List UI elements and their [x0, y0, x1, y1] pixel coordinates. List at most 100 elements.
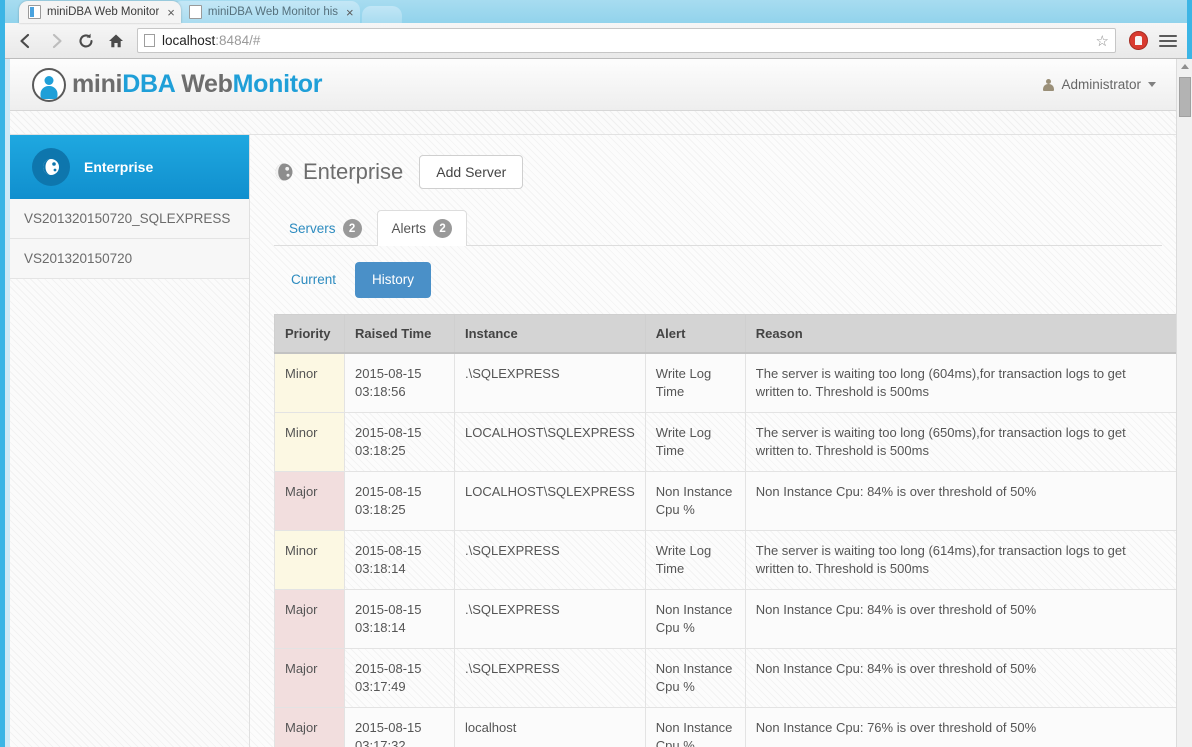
tab-servers-badge: 2	[342, 219, 362, 238]
table-row[interactable]: Major 2015-08-15 03:18:14 .\SQLEXPRESS Non I…	[274, 589, 1179, 649]
browser-window: miniDBA Web Monitor × miniDBA Web Monito…	[0, 0, 1192, 747]
cell-reason: Non Instance Cpu: 84% is over threshold …	[744, 648, 1179, 708]
column-header-alert[interactable]: Alert	[644, 314, 746, 354]
hamburger-menu-icon[interactable]	[1157, 30, 1179, 52]
app-logo-text: miniDBA WebMonitor	[72, 70, 322, 99]
page-title-row: Enterprise Add Server	[274, 155, 1162, 189]
sidebar-item-vs201320150720-sqlexpress[interactable]: VS201320150720_SQLEXPRESS	[10, 199, 249, 239]
cell-reason: The server is waiting too long (650ms),f…	[744, 412, 1179, 472]
cell-raised-time: 2015-08-15 03:18:14	[344, 530, 455, 590]
pill-current[interactable]: Current	[274, 262, 353, 298]
home-icon[interactable]	[103, 28, 129, 54]
chevron-down-icon	[1148, 82, 1156, 87]
user-menu[interactable]: Administrator	[1043, 77, 1156, 92]
raised-time: 03:18:14	[355, 620, 406, 635]
table-row[interactable]: Minor 2015-08-15 03:18:56 .\SQLEXPRESS Write…	[274, 352, 1179, 413]
column-header-priority[interactable]: Priority	[274, 314, 345, 354]
back-arrow-icon[interactable]	[13, 28, 39, 54]
bookmark-star-icon[interactable]: ☆	[1096, 32, 1109, 50]
raised-time: 03:17:49	[355, 679, 406, 694]
logo-part-dba: DBA	[122, 70, 175, 98]
raised-date: 2015-08-15	[355, 661, 422, 676]
sidebar: Enterprise VS201320150720_SQLEXPRESS VS2…	[10, 135, 250, 747]
cell-reason: Non Instance Cpu: 76% is over threshold …	[744, 707, 1179, 747]
page-scrollbar[interactable]	[1176, 59, 1192, 747]
cell-instance: .\SQLEXPRESS	[454, 648, 646, 708]
table-row[interactable]: Major 2015-08-15 03:17:32 localhost Non Inst…	[274, 707, 1179, 747]
adblock-hand-glyph	[1135, 36, 1142, 45]
reload-icon[interactable]	[73, 28, 99, 54]
user-name-label: Administrator	[1061, 77, 1141, 92]
page-viewport: miniDBA WebMonitor Administrator Enterpr…	[10, 59, 1192, 747]
cell-priority: Major	[274, 707, 345, 747]
raised-date: 2015-08-15	[355, 543, 422, 558]
scrollbar-thumb[interactable]	[1179, 77, 1191, 117]
cell-alert: Write Log Time	[644, 530, 746, 590]
tab-servers-label: Servers	[289, 220, 336, 236]
alerts-table-body: Minor 2015-08-15 03:18:56 .\SQLEXPRESS Write…	[274, 352, 1179, 747]
column-header-raised-time[interactable]: Raised Time	[344, 314, 455, 354]
scrollbar-up-arrow-icon[interactable]	[1181, 64, 1189, 69]
browser-tab-2-title: miniDBA Web Monitor his	[207, 6, 339, 18]
raised-date: 2015-08-15	[355, 425, 422, 440]
raised-date: 2015-08-15	[355, 366, 422, 381]
cell-instance: LOCALHOST\SQLEXPRESS	[454, 471, 646, 531]
new-tab-button[interactable]	[361, 6, 402, 23]
cell-instance: LOCALHOST\SQLEXPRESS	[454, 412, 646, 472]
tab-close-icon[interactable]: ×	[346, 6, 354, 19]
page-title-text: Enterprise	[303, 159, 404, 184]
alerts-nav-tabs: Servers 2 Alerts 2	[274, 209, 1162, 246]
alerts-table: Priority Raised Time Instance Alert Reas…	[274, 314, 1179, 747]
cell-reason: Non Instance Cpu: 84% is over threshold …	[744, 589, 1179, 649]
table-row[interactable]: Minor 2015-08-15 03:18:25 LOCALHOST\SQLEXPR…	[274, 412, 1179, 472]
pill-history[interactable]: History	[355, 262, 432, 298]
tab-servers[interactable]: Servers 2	[274, 210, 377, 246]
page-body: Enterprise VS201320150720_SQLEXPRESS VS2…	[10, 135, 1179, 747]
cell-alert: Non Instance Cpu %	[644, 707, 746, 747]
raised-time: 03:18:14	[355, 561, 406, 576]
url-host: localhost	[162, 33, 216, 48]
browser-toolbar: localhost:8484/# ☆	[5, 23, 1187, 59]
alerts-sub-tabs: Current History	[274, 262, 1162, 298]
cell-raised-time: 2015-08-15 03:17:32	[344, 707, 455, 747]
address-bar[interactable]: localhost:8484/# ☆	[137, 28, 1116, 53]
minidba-logo-icon	[32, 67, 66, 102]
browser-tab-1[interactable]: miniDBA Web Monitor ×	[19, 1, 181, 23]
sidebar-item-enterprise[interactable]: Enterprise	[10, 135, 249, 199]
cell-alert: Non Instance Cpu %	[644, 589, 746, 649]
adblock-icon[interactable]	[1129, 31, 1148, 50]
cell-alert: Write Log Time	[644, 352, 746, 413]
raised-date: 2015-08-15	[355, 720, 422, 735]
table-row[interactable]: Major 2015-08-15 03:18:25 LOCALHOST\SQLEXPR…	[274, 471, 1179, 531]
raised-time: 03:18:25	[355, 502, 406, 517]
tab-close-icon[interactable]: ×	[167, 6, 175, 19]
browser-tab-2[interactable]: miniDBA Web Monitor his ×	[172, 1, 360, 23]
cell-priority: Minor	[274, 530, 345, 590]
raised-time: 03:17:32	[355, 738, 406, 747]
table-row[interactable]: Major 2015-08-15 03:17:49 .\SQLEXPRESS Non I…	[274, 648, 1179, 708]
table-row[interactable]: Minor 2015-08-15 03:18:14 .\SQLEXPRESS Write…	[274, 530, 1179, 590]
page-icon	[144, 34, 155, 47]
cell-priority: Minor	[274, 412, 345, 472]
tab-alerts[interactable]: Alerts 2	[376, 210, 468, 246]
browser-tab-strip: miniDBA Web Monitor × miniDBA Web Monito…	[5, 0, 1187, 23]
app-logo[interactable]: miniDBA WebMonitor	[32, 67, 322, 102]
sidebar-item-label: VS201320150720_SQLEXPRESS	[24, 211, 231, 226]
raised-date: 2015-08-15	[355, 602, 422, 617]
alerts-table-head: Priority Raised Time Instance Alert Reas…	[274, 314, 1179, 354]
cell-raised-time: 2015-08-15 03:18:25	[344, 471, 455, 531]
tab-favicon-icon	[188, 5, 202, 19]
cell-priority: Minor	[274, 352, 345, 413]
table-header-row: Priority Raised Time Instance Alert Reas…	[274, 314, 1179, 354]
globe-icon	[274, 162, 294, 182]
raised-time: 03:18:56	[355, 384, 406, 399]
add-server-button[interactable]: Add Server	[419, 155, 524, 189]
column-header-reason[interactable]: Reason	[744, 314, 1179, 354]
column-header-instance[interactable]: Instance	[454, 314, 646, 354]
tab-favicon-icon	[28, 5, 41, 19]
page-title: Enterprise	[274, 159, 403, 185]
cell-instance: localhost	[454, 707, 646, 747]
sidebar-item-vs201320150720[interactable]: VS201320150720	[10, 239, 249, 279]
logo-part-mini: mini	[72, 70, 123, 98]
cell-reason: Non Instance Cpu: 84% is over threshold …	[744, 471, 1179, 531]
